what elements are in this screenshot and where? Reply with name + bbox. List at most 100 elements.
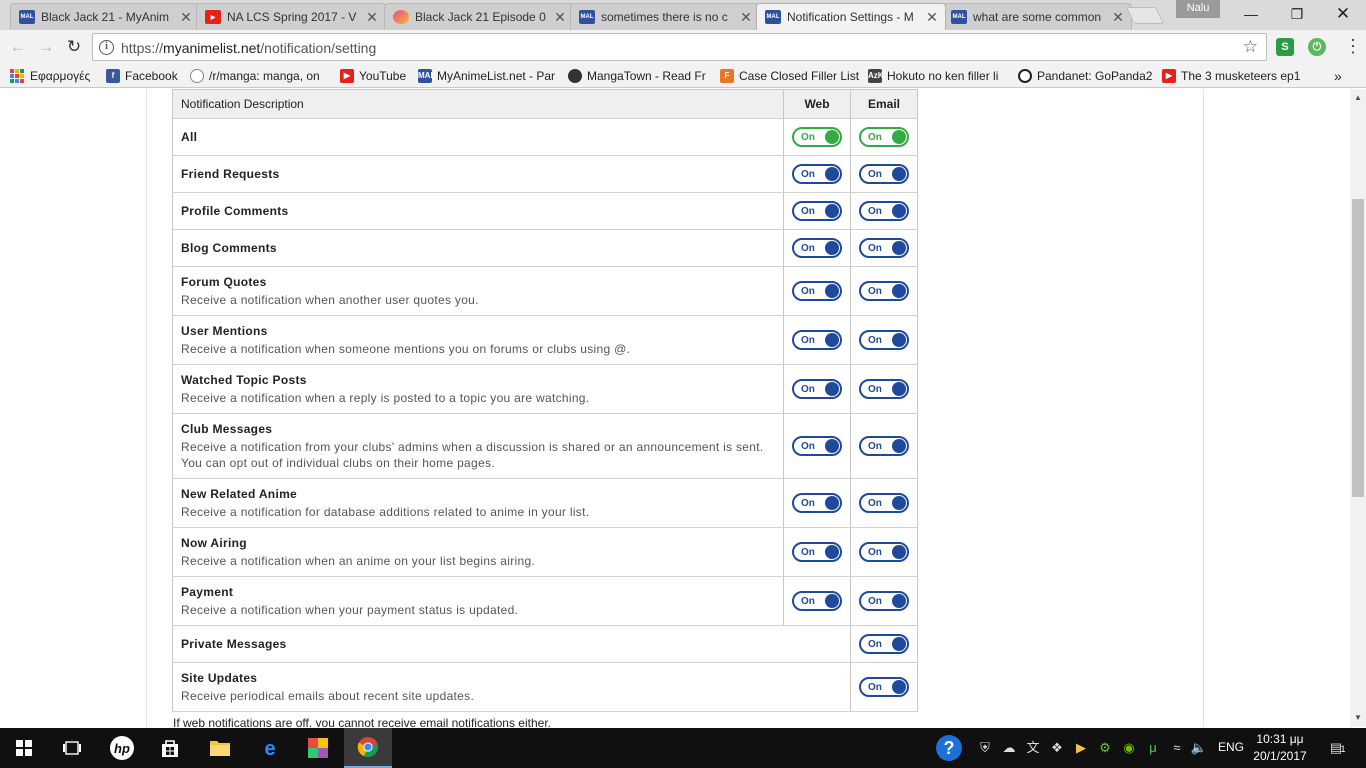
browser-tab[interactable]: Black Jack 21 Episode 0 ✕ (384, 3, 574, 30)
web-toggle-cell: On (783, 118, 851, 156)
bookmark-item[interactable]: F Case Closed Filler List (720, 67, 860, 85)
bookmark-item[interactable]: MAL MyAnimeList.net - Par (418, 67, 560, 85)
web-toggle[interactable]: On (792, 164, 842, 184)
email-toggle[interactable]: On (859, 677, 909, 697)
email-toggle[interactable]: On (859, 330, 909, 350)
bookmark-item[interactable]: MangaTown - Read Fr (568, 67, 714, 85)
browser-tab[interactable]: MAL what are some common ✕ (942, 3, 1132, 30)
toggle-knob (892, 680, 906, 694)
media-player-icon[interactable]: ▶ (1072, 739, 1090, 757)
edge-icon[interactable]: e (246, 728, 294, 768)
profile-button[interactable]: Nalu (1176, 0, 1220, 18)
shield-icon[interactable]: ⛨ (976, 739, 994, 757)
toggle-label: On (868, 639, 882, 650)
email-toggle[interactable]: On (859, 164, 909, 184)
bookmark-item[interactable]: AzK Hokuto no ken filler li (868, 67, 1012, 85)
web-toggle[interactable]: On (792, 330, 842, 350)
toggle-knob (825, 333, 839, 347)
close-tab-icon[interactable]: ✕ (365, 9, 379, 26)
bookmark-item[interactable]: /r/manga: manga, on (190, 67, 330, 85)
toggle-knob (892, 637, 906, 651)
panda-icon (1018, 69, 1032, 83)
browser-tab[interactable]: MAL sometimes there is no c ✕ (570, 3, 760, 30)
browser-tab[interactable]: ▶ NA LCS Spring 2017 - V ✕ (196, 3, 386, 30)
web-toggle[interactable]: On (792, 542, 842, 562)
address-bar[interactable]: i https://myanimelist.net/notification/s… (92, 33, 1267, 61)
toggle-label: On (868, 441, 882, 452)
cloud-icon[interactable]: ☁ (1000, 739, 1018, 757)
web-toggle[interactable]: On (792, 281, 842, 301)
toggle-knob (892, 333, 906, 347)
email-toggle[interactable]: On (859, 493, 909, 513)
bookmark-star-icon[interactable]: ☆ (1243, 37, 1258, 57)
extension-power-icon[interactable]: ⏻ (1308, 38, 1326, 56)
mangatown-icon (568, 69, 582, 83)
input-method-icon[interactable]: 文 (1024, 739, 1042, 757)
web-toggle[interactable]: On (792, 201, 842, 221)
email-toggle[interactable]: On (859, 591, 909, 611)
email-toggle[interactable]: On (859, 201, 909, 221)
table-row: All On On (172, 118, 918, 156)
windows-start-icon[interactable] (0, 728, 48, 768)
reload-icon[interactable]: ↻ (64, 37, 84, 57)
close-window-icon[interactable]: ✕ (1320, 0, 1366, 28)
help-icon[interactable]: ? (936, 735, 962, 761)
close-tab-icon[interactable]: ✕ (739, 9, 753, 26)
forward-arrow-icon[interactable]: → (36, 37, 56, 57)
web-toggle[interactable]: On (792, 127, 842, 147)
bookmark-item[interactable]: Pandanet: GoPanda2 (1018, 67, 1154, 85)
web-toggle[interactable]: On (792, 238, 842, 258)
scrollbar-thumb[interactable] (1352, 199, 1364, 497)
chrome-menu-icon[interactable]: ⋮ (1344, 36, 1362, 56)
extension-s-icon[interactable]: S (1276, 38, 1294, 56)
email-toggle[interactable]: On (859, 281, 909, 301)
scroll-down-arrow-icon[interactable]: ▼ (1350, 713, 1366, 722)
clock[interactable]: 10:31 μμ 20/1/2017 (1250, 731, 1310, 765)
chrome-taskbar-icon[interactable] (344, 728, 392, 768)
email-toggle[interactable]: On (859, 127, 909, 147)
bookmark-item[interactable]: f Facebook (106, 67, 184, 85)
minimize-icon[interactable]: — (1228, 0, 1274, 28)
bookmark-label: YouTube (359, 69, 407, 83)
nvidia-icon[interactable]: ◉ (1120, 739, 1138, 757)
photos-app-icon[interactable] (294, 728, 342, 768)
email-toggle[interactable]: On (859, 634, 909, 654)
scroll-up-arrow-icon[interactable]: ▲ (1350, 93, 1366, 102)
task-view-icon[interactable] (48, 728, 96, 768)
more-bookmarks-icon[interactable]: » (1334, 67, 1342, 85)
email-toggle[interactable]: On (859, 379, 909, 399)
web-toggle[interactable]: On (792, 436, 842, 456)
back-arrow-icon[interactable]: ← (8, 37, 28, 57)
email-toggle[interactable]: On (859, 542, 909, 562)
email-toggle[interactable]: On (859, 238, 909, 258)
bookmark-item[interactable]: Εφαρμογές (10, 67, 96, 85)
toggle-label: On (801, 384, 815, 395)
close-tab-icon[interactable]: ✕ (1111, 9, 1125, 26)
email-toggle[interactable]: On (859, 436, 909, 456)
close-tab-icon[interactable]: ✕ (179, 9, 193, 26)
hp-icon[interactable]: hp (98, 728, 146, 768)
bookmark-item[interactable]: ▶ The 3 musketeers ep1 (1162, 67, 1302, 85)
utorrent-icon[interactable]: μ (1144, 739, 1162, 757)
maximize-icon[interactable]: ❐ (1274, 0, 1320, 28)
browser-tab[interactable]: MAL Black Jack 21 - MyAnim ✕ (10, 3, 200, 30)
page-info-icon[interactable]: i (99, 40, 114, 55)
close-tab-icon[interactable]: ✕ (925, 9, 939, 26)
toggle-knob (825, 284, 839, 298)
store-icon[interactable] (146, 728, 194, 768)
web-toggle[interactable]: On (792, 493, 842, 513)
file-explorer-icon[interactable] (196, 728, 244, 768)
dropbox-icon[interactable]: ❖ (1048, 739, 1066, 757)
wifi-icon[interactable]: ≈ (1168, 739, 1186, 757)
bookmark-label: MangaTown - Read Fr (587, 69, 706, 83)
page-scrollbar[interactable]: ▲ ▼ (1350, 89, 1366, 727)
language-indicator[interactable]: ENG (1218, 740, 1244, 754)
volume-icon[interactable]: 🔈 (1190, 739, 1208, 757)
app-tray-icon[interactable]: ⚙ (1096, 739, 1114, 757)
web-toggle[interactable]: On (792, 379, 842, 399)
close-tab-icon[interactable]: ✕ (553, 9, 567, 26)
bookmark-item[interactable]: ▶ YouTube (340, 67, 412, 85)
web-toggle[interactable]: On (792, 591, 842, 611)
browser-tab[interactable]: MAL Notification Settings - M ✕ (756, 3, 946, 30)
toggle-knob (892, 167, 906, 181)
